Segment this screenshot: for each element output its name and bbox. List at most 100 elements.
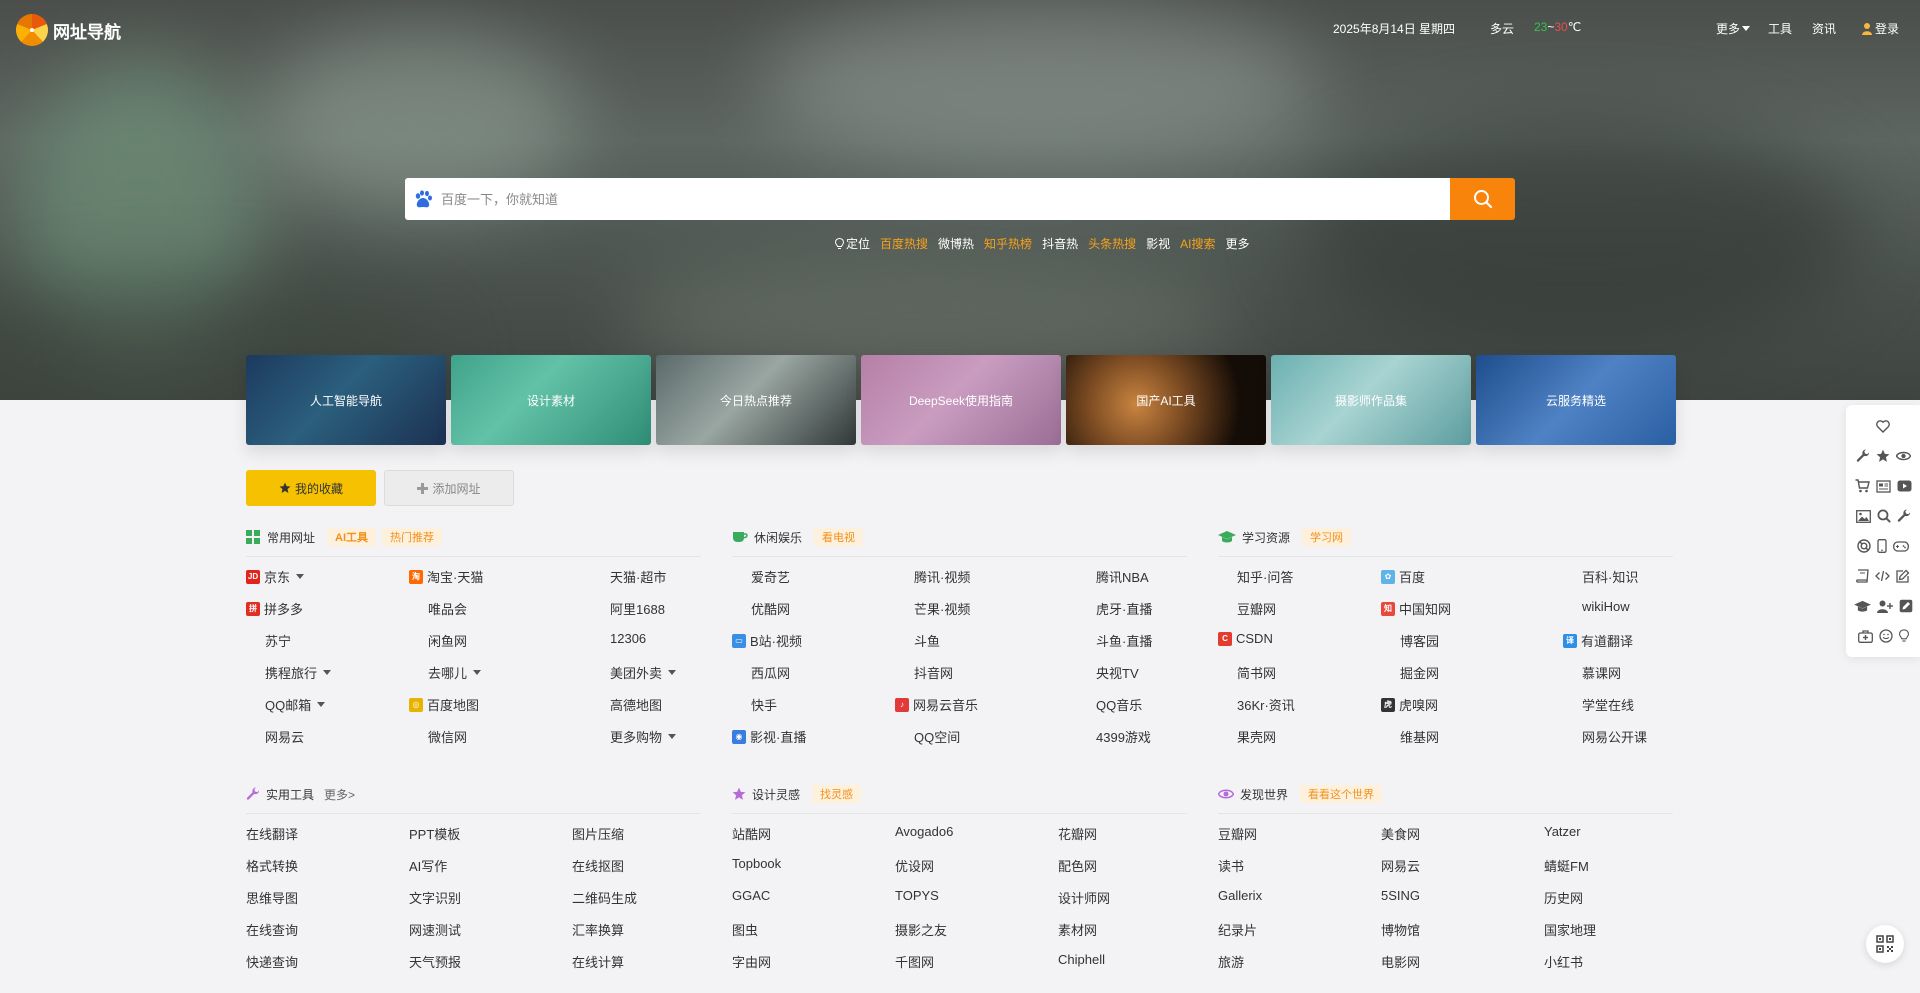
site-link[interactable]: 设计师网: [1058, 888, 1110, 907]
site-link[interactable]: AI写作: [409, 856, 447, 875]
nav-tools[interactable]: 工具: [1768, 20, 1792, 37]
site-link[interactable]: 西瓜网: [732, 663, 790, 682]
site-link[interactable]: 在线计算: [572, 952, 624, 971]
star-icon[interactable]: [1876, 449, 1890, 463]
search-input[interactable]: [433, 178, 1450, 220]
video-icon[interactable]: [1897, 480, 1912, 492]
site-link[interactable]: 腾讯·视频: [895, 567, 970, 586]
site-link[interactable]: 花瓣网: [1058, 824, 1097, 843]
wrench-icon[interactable]: [1856, 449, 1870, 463]
hot-link[interactable]: 抖音热: [1042, 235, 1078, 252]
smile-icon[interactable]: [1878, 629, 1893, 643]
site-link[interactable]: 更多购物: [591, 727, 677, 746]
site-link[interactable]: 闲鱼网: [409, 631, 467, 650]
eye-icon[interactable]: [1895, 450, 1911, 462]
site-link[interactable]: 爱奇艺: [732, 567, 790, 586]
site-link[interactable]: 读书: [1218, 856, 1244, 875]
site-link[interactable]: 虎虎嗅网: [1381, 695, 1438, 714]
site-link[interactable]: 博物馆: [1381, 920, 1420, 939]
image-icon[interactable]: [1855, 509, 1871, 523]
book-icon[interactable]: [1856, 569, 1869, 583]
gamepad-icon[interactable]: [1893, 540, 1909, 552]
site-link[interactable]: 译有道翻译: [1563, 631, 1633, 650]
newspaper-icon[interactable]: [1875, 479, 1891, 493]
hot-link[interactable]: 影视: [1146, 235, 1170, 252]
banner-card[interactable]: 国产AI工具: [1066, 355, 1266, 445]
site-link[interactable]: Chiphell: [1058, 952, 1105, 967]
login-button[interactable]: 登录: [1862, 20, 1899, 37]
site-link[interactable]: 果壳网: [1218, 727, 1276, 746]
edit-icon[interactable]: [1896, 569, 1910, 583]
site-link[interactable]: 站酷网: [732, 824, 771, 843]
site-link[interactable]: 快递查询: [246, 952, 298, 971]
hot-link[interactable]: 更多: [1225, 235, 1249, 252]
tab-add-site[interactable]: 添加网址: [384, 470, 514, 506]
site-link[interactable]: 小红书: [1544, 952, 1583, 971]
hot-link[interactable]: AI搜索: [1180, 235, 1215, 252]
search-button[interactable]: [1450, 178, 1515, 220]
site-link[interactable]: 在线抠图: [572, 856, 624, 875]
more-link[interactable]: 更多>: [324, 786, 355, 803]
heart-icon[interactable]: [1876, 419, 1890, 433]
site-link[interactable]: 网速测试: [409, 920, 461, 939]
site-link[interactable]: 5SING: [1381, 888, 1420, 903]
site-link[interactable]: 天气预报: [409, 952, 461, 971]
site-link[interactable]: wikiHow: [1563, 599, 1630, 614]
banner-card[interactable]: 人工智能导航: [246, 355, 446, 445]
nav-news[interactable]: 资讯: [1812, 20, 1836, 37]
site-link[interactable]: 抖音网: [895, 663, 953, 682]
site-link[interactable]: 4399游戏: [1077, 727, 1151, 746]
banner-card[interactable]: 云服务精选: [1476, 355, 1676, 445]
site-link[interactable]: 简书网: [1218, 663, 1276, 682]
section-badge[interactable]: 看看这个世界: [1300, 785, 1383, 803]
site-link[interactable]: 苏宁: [246, 631, 291, 650]
mobile-icon[interactable]: [1877, 539, 1887, 553]
site-link[interactable]: 斗鱼: [895, 631, 940, 650]
chevron-down-icon[interactable]: [473, 670, 482, 675]
hot-link[interactable]: 头条热搜: [1088, 235, 1136, 252]
site-link[interactable]: 在线翻译: [246, 824, 298, 843]
site-link[interactable]: 电影网: [1381, 952, 1420, 971]
site-link[interactable]: 蜻蜓FM: [1544, 856, 1589, 875]
chevron-down-icon[interactable]: [668, 670, 677, 675]
qr-code-button[interactable]: [1866, 925, 1904, 963]
site-link[interactable]: 12306: [591, 631, 646, 646]
site-link[interactable]: ✿ 百度: [1381, 567, 1425, 586]
site-link[interactable]: 拼拼多多: [246, 599, 303, 618]
site-link[interactable]: 唯品会: [409, 599, 467, 618]
site-link[interactable]: 网易公开课: [1563, 727, 1647, 746]
site-link[interactable]: GGAC: [732, 888, 770, 903]
add-user-icon[interactable]: [1876, 600, 1893, 613]
lightbulb-icon[interactable]: [1898, 629, 1909, 643]
banner-card[interactable]: 设计素材: [451, 355, 651, 445]
hot-link-location[interactable]: 定位: [835, 235, 870, 252]
site-link[interactable]: 旅游: [1218, 952, 1244, 971]
site-link[interactable]: 优设网: [895, 856, 934, 875]
site-link[interactable]: 网易云: [1381, 856, 1420, 875]
site-link[interactable]: QQ空间: [895, 727, 960, 746]
section-badge[interactable]: 看电视: [814, 528, 864, 546]
site-link[interactable]: 图虫: [732, 920, 758, 939]
site-link[interactable]: 网易云: [246, 727, 304, 746]
site-link[interactable]: 素材网: [1058, 920, 1097, 939]
site-link[interactable]: 美团外卖: [591, 663, 677, 682]
baidu-paw-icon[interactable]: [413, 189, 433, 209]
hot-link[interactable]: 知乎热榜: [984, 235, 1032, 252]
site-link[interactable]: 豆瓣网: [1218, 824, 1257, 843]
section-badge[interactable]: AI工具: [327, 528, 377, 546]
site-link[interactable]: 36Kr·资讯: [1218, 695, 1295, 714]
site-link[interactable]: 维基网: [1381, 727, 1439, 746]
banner-card[interactable]: 今日热点推荐: [656, 355, 856, 445]
site-link[interactable]: 在线查询: [246, 920, 298, 939]
chevron-down-icon[interactable]: [668, 734, 677, 739]
site-link[interactable]: Avogado6: [895, 824, 953, 839]
site-logo[interactable]: 网址导航: [16, 14, 121, 46]
briefcase-medical-icon[interactable]: [1857, 629, 1873, 643]
site-link[interactable]: 思维导图: [246, 888, 298, 907]
site-link[interactable]: 配色网: [1058, 856, 1097, 875]
site-link[interactable]: 图片压缩: [572, 824, 624, 843]
site-link[interactable]: ♪ 网易云音乐: [895, 695, 978, 714]
site-link[interactable]: 豆瓣网: [1218, 599, 1276, 618]
site-link[interactable]: Yatzer: [1544, 824, 1581, 839]
site-link[interactable]: 斗鱼·直播: [1077, 631, 1152, 650]
